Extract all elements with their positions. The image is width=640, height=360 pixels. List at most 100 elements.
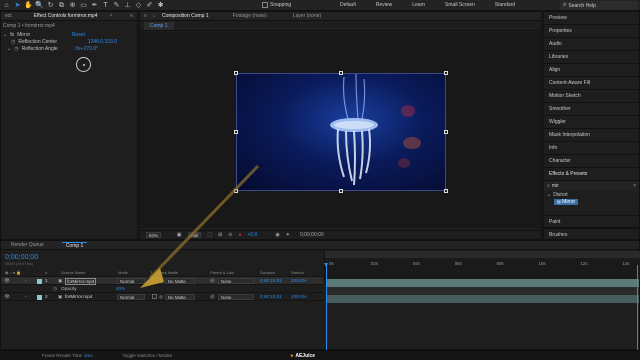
tab-project[interactable]: ect xyxy=(5,13,12,19)
show-snapshot-icon[interactable]: ✦ xyxy=(286,232,290,238)
checkbox-icon[interactable] xyxy=(262,2,268,8)
panel-menu-icon[interactable]: ≡ xyxy=(130,13,133,19)
workspace-learn[interactable]: Learn xyxy=(412,2,425,8)
toggle-switches-modes[interactable]: Toggle Switches / Modes xyxy=(123,353,173,358)
reflection-angle-value[interactable]: 0x+270.0° xyxy=(75,46,98,52)
reflection-center-value[interactable]: 1248.0,333.0 xyxy=(88,39,117,45)
time-ruler-area[interactable]: 0s 02s 04s 06s 08s 10s 12s 14s xyxy=(324,251,640,279)
pan-behind-icon[interactable]: ⊕ xyxy=(68,1,77,10)
workspace-small-screen[interactable]: Small Screen xyxy=(445,2,475,8)
home-icon[interactable]: ⌂ xyxy=(2,1,11,10)
effect-icon: ▤ xyxy=(557,198,561,204)
label-color-chip[interactable] xyxy=(37,278,42,284)
eraser-icon[interactable]: ◇ xyxy=(134,1,143,10)
workspace-bar: Default Review Learn Small Screen Standard xyxy=(340,2,515,8)
chevron-down-icon[interactable]: ⌄ xyxy=(547,192,551,198)
stamp-icon[interactable]: ⊥ xyxy=(123,1,132,10)
distort-category[interactable]: ⌄ Distort xyxy=(544,191,639,198)
transform-handle[interactable] xyxy=(339,189,343,193)
panel-motion-sketch[interactable]: Motion Sketch xyxy=(544,90,639,103)
tab-render-queue[interactable]: Render Queue xyxy=(11,242,44,248)
clear-search-icon[interactable]: × xyxy=(633,183,636,189)
chevron-down-icon[interactable]: ⌄ xyxy=(3,32,7,38)
panel-character[interactable]: Character xyxy=(544,155,639,168)
effects-presets-title[interactable]: Effects & Presets xyxy=(544,168,639,181)
workspace-standard[interactable]: Standard xyxy=(495,2,515,8)
col-stretch[interactable]: Stretch xyxy=(291,270,304,275)
tab-effect-controls[interactable]: Effect Controls formirror.mp4 xyxy=(34,13,98,19)
transform-handle[interactable] xyxy=(444,130,448,134)
tab-composition[interactable]: Composition Comp 1 xyxy=(162,13,209,19)
panel-smoother[interactable]: Smoother xyxy=(544,103,639,116)
eye-icon[interactable]: 👁 xyxy=(4,294,10,300)
current-timecode[interactable]: 0;00;00;00 xyxy=(5,254,38,261)
type-icon[interactable]: T xyxy=(101,1,110,10)
transform-handle[interactable] xyxy=(444,189,448,193)
panel-properties[interactable]: Properties xyxy=(544,25,639,38)
panel-align[interactable]: Align xyxy=(544,64,639,77)
snapping-toggle[interactable]: Snapping xyxy=(262,2,291,8)
panel-paint[interactable]: Paint xyxy=(544,215,639,228)
playhead-line[interactable] xyxy=(326,265,327,350)
tab-footage[interactable]: Footage (none) xyxy=(233,13,267,19)
expand-icon[interactable]: › xyxy=(25,294,27,299)
work-area-end[interactable] xyxy=(637,265,638,350)
stopwatch-icon[interactable]: ◷ xyxy=(53,286,57,292)
col-mode[interactable]: Mode xyxy=(118,270,128,275)
col-source-name[interactable]: Source Name xyxy=(61,270,85,275)
transform-handle[interactable] xyxy=(444,71,448,75)
panel-mask-interpolation[interactable]: Mask Interpolation xyxy=(544,129,639,142)
search-help-field[interactable]: ⌕ Search Help xyxy=(560,1,638,10)
layer-2-bar[interactable] xyxy=(326,295,639,303)
panel-info[interactable]: Info xyxy=(544,142,639,155)
transform-handle[interactable] xyxy=(234,71,238,75)
puppet-icon[interactable]: ✱ xyxy=(156,1,165,10)
label-color-chip[interactable] xyxy=(37,294,42,300)
layer-name[interactable]: forMirror.mp4 xyxy=(65,294,92,299)
panel-audio[interactable]: Audio xyxy=(544,38,639,51)
angle-dial[interactable] xyxy=(76,57,91,72)
brush-icon[interactable]: ✎ xyxy=(112,1,121,10)
layer-1-bar[interactable] xyxy=(326,279,639,287)
work-area-bar[interactable] xyxy=(325,251,640,258)
viewer-timecode[interactable]: 0;00;00;00 xyxy=(300,232,324,238)
rectangle-icon[interactable]: ▭ xyxy=(79,1,88,10)
tab-comp1-timeline[interactable]: Comp 1 xyxy=(61,241,88,249)
eye-icon[interactable]: 👁 xyxy=(4,278,10,284)
panel-libraries[interactable]: Libraries xyxy=(544,51,639,64)
layer-stretch[interactable]: 100.0% xyxy=(291,278,307,283)
zoom-icon[interactable]: 🔍 xyxy=(35,1,44,10)
panel-wiggler[interactable]: Wiggler xyxy=(544,116,639,129)
panel-preview[interactable]: Preview xyxy=(544,12,639,25)
layer-stretch[interactable]: 100.0% xyxy=(291,294,307,299)
rotate-icon[interactable]: ↻ xyxy=(46,1,55,10)
hand-icon[interactable]: ✋ xyxy=(24,1,33,10)
effects-search-field[interactable]: ⌕ mir × xyxy=(544,181,639,191)
chevron-down-icon[interactable]: ⌄ xyxy=(7,46,11,52)
panel-menu-icon[interactable]: ≡ xyxy=(144,13,147,19)
workspace-default[interactable]: Default xyxy=(340,2,356,8)
camera-icon[interactable]: ⧉ xyxy=(57,1,66,10)
stopwatch-icon[interactable]: ◷ xyxy=(14,46,18,52)
reset-link[interactable]: Reset xyxy=(72,32,85,38)
lock-icon[interactable]: ⌂ xyxy=(153,13,156,19)
layer-name[interactable]: forMirror.mp4 xyxy=(65,277,97,285)
close-icon[interactable]: × xyxy=(110,13,113,19)
workspace-review[interactable]: Review xyxy=(376,2,392,8)
tab-layer[interactable]: Layer (none) xyxy=(293,13,321,19)
panel-content-aware-fill[interactable]: Content-Aware Fill xyxy=(544,77,639,90)
expand-icon[interactable]: › xyxy=(25,278,27,283)
label-col-icon: # xyxy=(45,270,48,275)
mirror-effect-item[interactable]: ▤ Mirror xyxy=(544,198,639,205)
transform-handle[interactable] xyxy=(234,130,238,134)
roto-icon[interactable]: ✐ xyxy=(145,1,154,10)
pen-icon[interactable]: ✒ xyxy=(90,1,99,10)
stopwatch-icon[interactable]: ◷ xyxy=(11,39,15,45)
comp-breadcrumb[interactable]: Comp 1 xyxy=(144,22,174,30)
snapshot-icon[interactable]: ◉ xyxy=(275,232,279,238)
effect-result-chip[interactable]: ▤ Mirror xyxy=(554,198,579,205)
time-ruler[interactable]: 0s 02s 04s 06s 08s 10s 12s 14s xyxy=(325,261,640,269)
opacity-value[interactable]: 40% xyxy=(116,286,125,291)
transform-handle[interactable] xyxy=(339,71,343,75)
selection-arrow-icon[interactable]: ➤ xyxy=(13,1,22,10)
